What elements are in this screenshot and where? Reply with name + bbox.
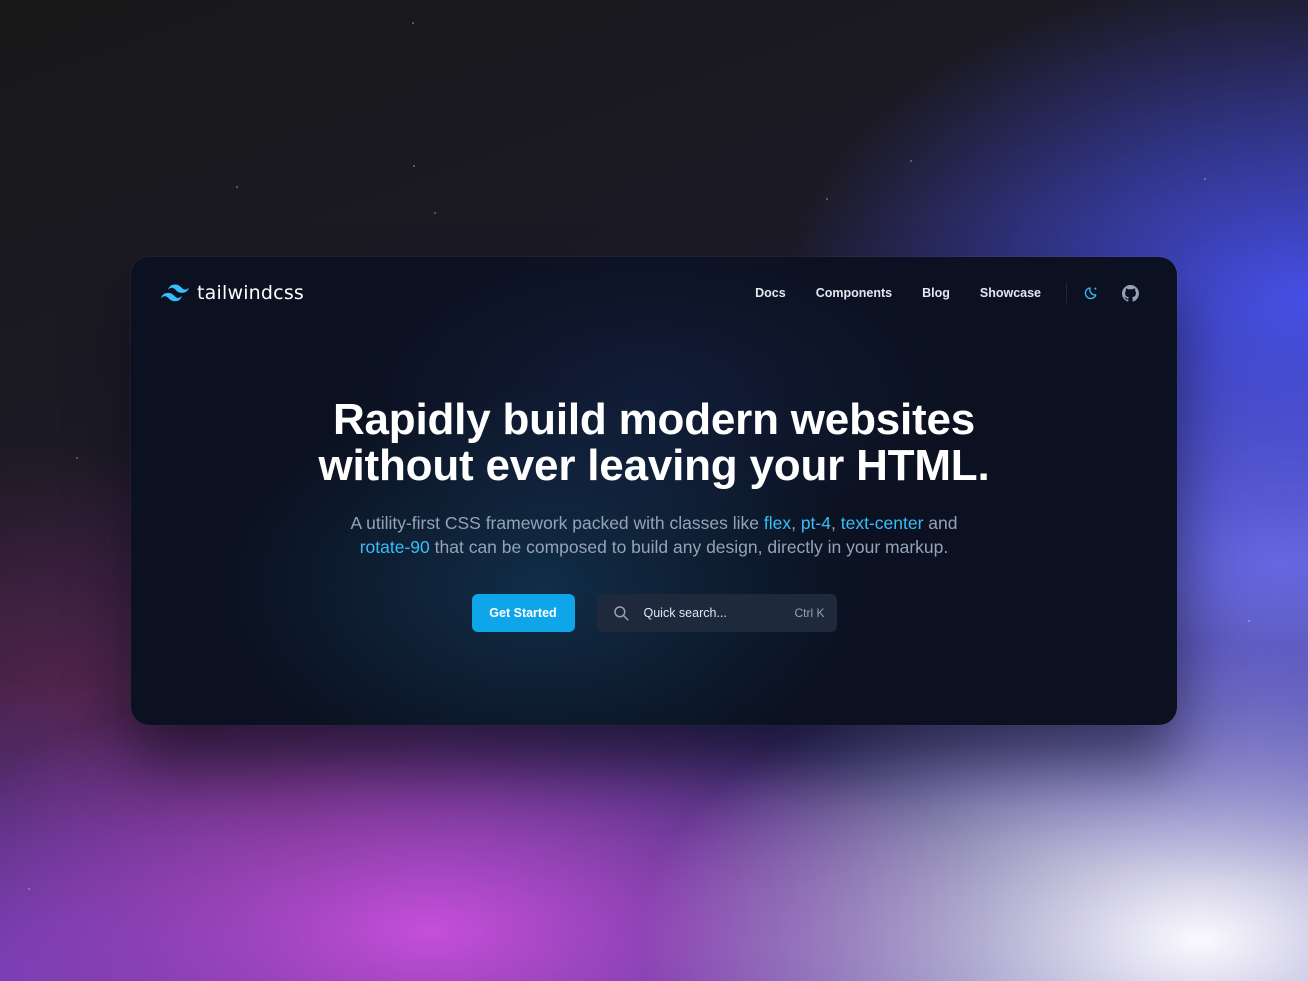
background-star [910, 160, 912, 162]
background-star [826, 198, 828, 200]
search-shortcut-hint: Ctrl K [794, 606, 825, 620]
get-started-button[interactable]: Get Started [471, 594, 575, 632]
background-star [434, 212, 436, 214]
background-star [413, 165, 415, 167]
headline-line-1: Rapidly build modern websites [332, 395, 976, 444]
hero-section: Rapidly build modern websites without ev… [131, 397, 1177, 559]
headline-line-2: without ever leaving your HTML. [318, 441, 990, 490]
code-word-text-center: text-center [840, 513, 924, 533]
nav-links: Docs Components Blog Showcase [755, 283, 1139, 303]
moon-sparkle-icon [1084, 287, 1097, 300]
background-star [76, 457, 78, 459]
brand-logo[interactable]: tailwindcss [161, 282, 304, 304]
description-part-2: and [923, 513, 958, 533]
background-star [236, 186, 238, 188]
code-word-pt-4: pt-4 [800, 513, 831, 533]
background-star [28, 888, 30, 890]
nav-link-showcase[interactable]: Showcase [980, 286, 1041, 300]
search-icon [613, 606, 628, 621]
nav-link-components[interactable]: Components [816, 286, 892, 300]
github-icon [1121, 284, 1139, 302]
background-star [412, 22, 414, 24]
search-placeholder: Quick search... [643, 606, 727, 620]
code-word-flex: flex [763, 513, 792, 533]
top-navbar: tailwindcss Docs Components Blog Showcas… [131, 257, 1177, 329]
code-word-rotate-90: rotate-90 [359, 537, 430, 557]
nav-link-blog[interactable]: Blog [922, 286, 950, 300]
hero-actions: Get Started Quick search... Ctrl K [131, 594, 1177, 632]
quick-search-button[interactable]: Quick search... Ctrl K [596, 594, 837, 632]
background-star [1204, 178, 1206, 180]
description-part-1: A utility-first CSS framework packed wit… [350, 513, 764, 533]
separator: , [791, 513, 801, 533]
description-part-3: that can be composed to build any design… [429, 537, 949, 557]
tailwind-wave-icon [161, 284, 189, 302]
brand-name: tailwindcss [197, 282, 305, 304]
nav-divider [1066, 283, 1067, 303]
hero-headline: Rapidly build modern websites without ev… [131, 397, 1177, 489]
nav-link-docs[interactable]: Docs [755, 286, 786, 300]
theme-toggle-button[interactable] [1083, 284, 1101, 302]
browser-card: tailwindcss Docs Components Blog Showcas… [131, 257, 1177, 725]
background-star [1248, 620, 1250, 622]
github-link[interactable] [1121, 284, 1139, 302]
separator: , [830, 513, 841, 533]
hero-description: A utility-first CSS framework packed wit… [324, 511, 984, 559]
